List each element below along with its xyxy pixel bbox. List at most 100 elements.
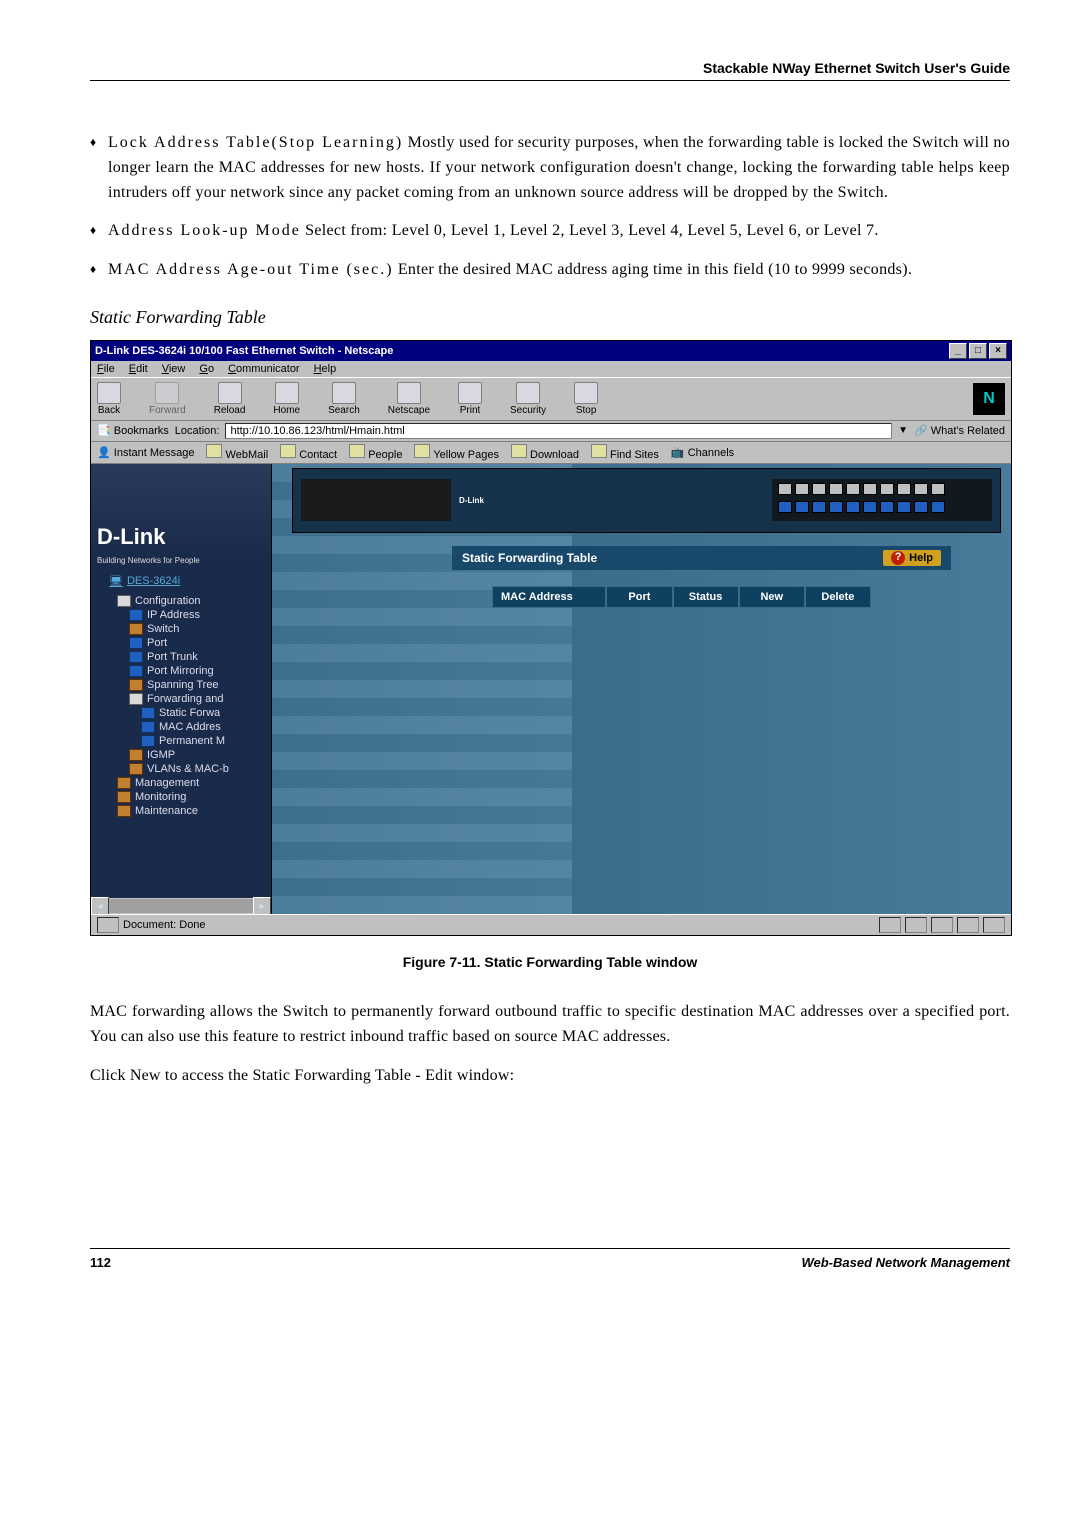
- stop-button[interactable]: Stop: [574, 382, 598, 416]
- sidebar-item-port[interactable]: Port: [101, 636, 271, 650]
- sidebar-item-label: Static Forwa: [159, 707, 220, 719]
- menu-edit[interactable]: Edit: [129, 363, 148, 375]
- reload-button[interactable]: Reload: [214, 382, 246, 416]
- sidebar-item-mac-addres[interactable]: MAC Addres: [101, 720, 271, 734]
- figure-caption: Figure 7-11. Static Forwarding Table win…: [90, 954, 1010, 970]
- dlink-tagline: Building Networks for People: [91, 556, 271, 569]
- link-people[interactable]: People: [349, 444, 402, 461]
- lock-icon: [516, 382, 540, 404]
- home-button[interactable]: Home: [273, 382, 300, 416]
- folder-icon: [129, 609, 143, 621]
- menu-go[interactable]: Go: [199, 363, 214, 375]
- close-button[interactable]: ×: [989, 343, 1007, 359]
- sidebar-item-port-mirroring[interactable]: Port Mirroring: [101, 664, 271, 678]
- menu-view[interactable]: View: [162, 363, 186, 375]
- sidebar-item-management[interactable]: Management: [101, 776, 271, 790]
- bullet-lock-address: Lock Address Table(Stop Learning) Mostly…: [108, 131, 1010, 205]
- dlink-logo: D-Link: [97, 524, 165, 550]
- back-button[interactable]: Back: [97, 382, 121, 416]
- sidebar-item-monitoring[interactable]: Monitoring: [101, 790, 271, 804]
- sidebar-item-label: Permanent M: [159, 735, 225, 747]
- scroll-right-icon[interactable]: ►: [253, 897, 271, 914]
- link-instant-message[interactable]: 👤 Instant Message: [97, 446, 194, 459]
- sidebar-item-spanning-tree[interactable]: Spanning Tree: [101, 678, 271, 692]
- status-text: Document: Done: [123, 919, 206, 931]
- netscape-icon: [397, 382, 421, 404]
- menu-communicator[interactable]: Communicator: [228, 363, 300, 375]
- folder-icon: [141, 707, 155, 719]
- device-led-panel: [301, 479, 451, 521]
- scroll-left-icon[interactable]: ◄: [91, 897, 109, 914]
- sidebar-item-label: Switch: [147, 623, 179, 635]
- sidebar-item-switch[interactable]: Switch: [101, 622, 271, 636]
- sidebar-scrollbar[interactable]: ◄ ►: [91, 898, 271, 914]
- status-chip-5: [983, 917, 1005, 933]
- sidebar-item-permanent-m[interactable]: Permanent M: [101, 734, 271, 748]
- device-name-link[interactable]: 🖥 DES-3624i: [91, 569, 271, 592]
- col-mac-address: MAC Address: [492, 586, 606, 608]
- sidebar-item-maintenance[interactable]: Maintenance: [101, 804, 271, 818]
- print-icon: [458, 382, 482, 404]
- sidebar-item-ip-address[interactable]: IP Address: [101, 608, 271, 622]
- new-button[interactable]: New: [739, 586, 805, 608]
- menu-help[interactable]: Help: [314, 363, 337, 375]
- netscape-button[interactable]: Netscape: [388, 382, 430, 416]
- folder-icon: [129, 651, 143, 663]
- status-chip-3: [931, 917, 953, 933]
- whats-related-button[interactable]: 🔗 What's Related: [914, 424, 1005, 437]
- forwarding-table-header: MAC Address Port Status New Delete: [492, 586, 871, 608]
- status-chip-2: [905, 917, 927, 933]
- status-chip-1: [879, 917, 901, 933]
- footer-section: Web-Based Network Management: [801, 1255, 1010, 1270]
- section-heading-static-forwarding: Static Forwarding Table: [90, 307, 1010, 328]
- device-brand-label: D-Link: [459, 496, 484, 505]
- menubar: File Edit View Go Communicator Help: [91, 361, 1011, 377]
- paragraph-click-new: Click New to access the Static Forwardin…: [90, 1064, 1010, 1089]
- link-contact[interactable]: Contact: [280, 444, 337, 461]
- print-button[interactable]: Print: [458, 382, 482, 416]
- text-lookup: Select from: Level 0, Level 1, Level 2, …: [301, 222, 879, 239]
- link-find-sites[interactable]: Find Sites: [591, 444, 659, 461]
- search-button[interactable]: Search: [328, 382, 360, 416]
- sidebar-item-label: Configuration: [135, 595, 200, 607]
- sidebar-item-configuration[interactable]: Configuration: [101, 594, 271, 608]
- help-button[interactable]: Help: [883, 550, 941, 566]
- reload-icon: [218, 382, 242, 404]
- folder-icon: [117, 791, 131, 803]
- folder-icon: [129, 763, 143, 775]
- link-download[interactable]: Download: [511, 444, 579, 461]
- toolbar: Back Forward Reload Home Search Netscape…: [91, 377, 1011, 421]
- sidebar-item-label: Management: [135, 777, 199, 789]
- folder-icon: [129, 679, 143, 691]
- bullet-mac-ageout: MAC Address Age-out Time (sec.) Enter th…: [108, 258, 1010, 283]
- sidebar-item-forwarding-and[interactable]: Forwarding and: [101, 692, 271, 706]
- location-input[interactable]: [225, 423, 892, 439]
- menu-file[interactable]: File: [97, 363, 115, 375]
- link-yellow-pages[interactable]: Yellow Pages: [414, 444, 499, 461]
- status-chip-4: [957, 917, 979, 933]
- text-ageout: Enter the desired MAC address aging time…: [394, 261, 913, 278]
- device-front-panel: D-Link: [292, 468, 1001, 533]
- bookmarks-button[interactable]: 📑 Bookmarks: [97, 424, 169, 437]
- device-port-block: [772, 479, 992, 521]
- sidebar-item-static-forwa[interactable]: Static Forwa: [101, 706, 271, 720]
- sidebar-item-label: MAC Addres: [159, 721, 221, 733]
- sidebar-item-label: Port: [147, 637, 167, 649]
- nav-tree: ConfigurationIP AddressSwitch PortPort Tr…: [91, 592, 271, 820]
- search-icon: [332, 382, 356, 404]
- term-lock: Lock Address Table(Stop Learning): [108, 134, 403, 151]
- security-button[interactable]: Security: [510, 382, 546, 416]
- forward-button[interactable]: Forward: [149, 382, 186, 416]
- delete-button[interactable]: Delete: [805, 586, 871, 608]
- link-channels[interactable]: 📺 Channels: [671, 446, 734, 459]
- stop-icon: [574, 382, 598, 404]
- sidebar-item-vlans-mac-b[interactable]: VLANs & MAC-b: [101, 762, 271, 776]
- sidebar-item-label: IGMP: [147, 749, 175, 761]
- sidebar-item-igmp[interactable]: IGMP: [101, 748, 271, 762]
- folder-icon: [141, 721, 155, 733]
- folder-icon: [141, 735, 155, 747]
- link-webmail[interactable]: WebMail: [206, 444, 268, 461]
- minimize-button[interactable]: _: [949, 343, 967, 359]
- maximize-button[interactable]: □: [969, 343, 987, 359]
- sidebar-item-port-trunk[interactable]: Port Trunk: [101, 650, 271, 664]
